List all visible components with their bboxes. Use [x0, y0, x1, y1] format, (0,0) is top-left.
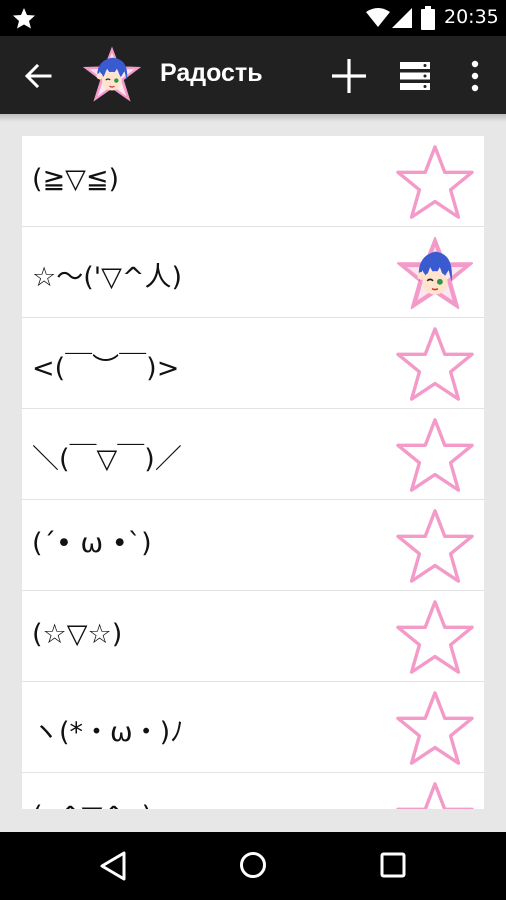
back-arrow-icon[interactable] — [22, 60, 54, 92]
favorite-star-icon[interactable] — [396, 690, 474, 768]
status-bar: 20:35 — [0, 0, 506, 36]
nav-recents-icon[interactable] — [380, 852, 406, 878]
nav-back-icon[interactable] — [98, 850, 128, 882]
list-item[interactable]: ヽ(*・ω・)ﾉ — [22, 682, 484, 773]
cell-signal-icon — [392, 8, 412, 28]
page-title: Радость — [160, 59, 263, 87]
status-time: 20:35 — [444, 6, 499, 28]
notification-star-icon — [13, 8, 35, 29]
favorite-star-icon[interactable] — [396, 144, 474, 222]
emoticon-text[interactable]: (≧▽≦) — [32, 164, 119, 195]
favorite-star-icon[interactable] — [396, 781, 474, 809]
emoticon-text[interactable]: (´• ω •`) — [32, 528, 152, 559]
list-item[interactable]: <(￣︶￣)> — [22, 318, 484, 409]
emoticon-list: (≧▽≦) ☆～('▽^人) <(￣︶￣)> ＼(￣▽￣)／ (´• ω •`)… — [22, 136, 484, 809]
overflow-menu-icon[interactable] — [465, 59, 485, 93]
emoticon-text[interactable]: ＼(￣▽￣)／ — [32, 437, 182, 476]
emoticon-text[interactable]: (☆▽☆) — [32, 619, 122, 650]
category-avatar[interactable] — [81, 44, 143, 106]
favorite-star-icon[interactable] — [396, 508, 474, 586]
toolbar-shadow — [0, 114, 506, 122]
wifi-icon — [366, 8, 390, 27]
emoticon-text[interactable]: (o^▽^o) — [32, 801, 152, 809]
list-item[interactable]: ＼(￣▽￣)／ — [22, 409, 484, 500]
emoticon-text[interactable]: <(￣︶￣)> — [32, 346, 179, 385]
emoticon-text[interactable]: ヽ(*・ω・)ﾉ — [32, 710, 184, 749]
list-item[interactable]: (≧▽≦) — [22, 136, 484, 227]
favorite-star-icon[interactable] — [396, 417, 474, 495]
list-view-icon[interactable] — [400, 61, 430, 91]
app-toolbar: Радость — [0, 36, 506, 114]
favorite-star-icon[interactable] — [396, 326, 474, 404]
system-nav-bar — [0, 832, 506, 900]
battery-icon — [421, 6, 435, 30]
favorite-star-icon[interactable] — [396, 599, 474, 677]
list-item[interactable]: ☆～('▽^人) — [22, 227, 484, 318]
list-item[interactable]: (☆▽☆) — [22, 591, 484, 682]
add-icon[interactable] — [330, 57, 368, 95]
nav-home-icon[interactable] — [238, 850, 268, 880]
favorite-star-filled-icon[interactable] — [396, 235, 474, 313]
emoticon-text[interactable]: ☆～('▽^人) — [32, 255, 182, 294]
list-item[interactable]: (´• ω •`) — [22, 500, 484, 591]
list-item[interactable]: (o^▽^o) — [22, 773, 484, 809]
